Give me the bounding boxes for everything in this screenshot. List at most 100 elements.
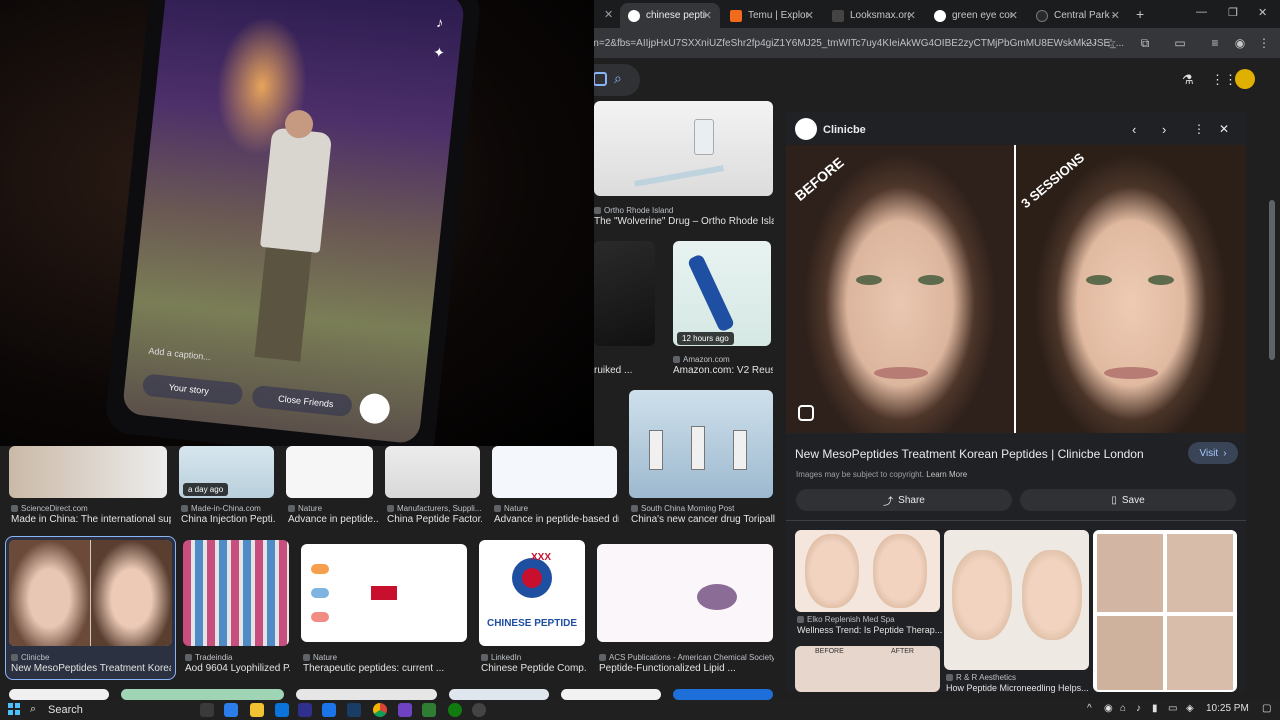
related-thumb-grid[interactable] (1093, 530, 1237, 692)
result-thumb-acs[interactable] (597, 544, 773, 642)
tab-green-eye[interactable]: green eye cont ✕ (926, 3, 1026, 28)
steam-icon[interactable] (347, 703, 361, 717)
side-panel-icon[interactable]: ▭ (1172, 35, 1188, 51)
result-caption[interactable]: Advance in peptide-based dr... (494, 514, 619, 525)
result-thumb[interactable] (9, 689, 109, 700)
file-explorer-icon[interactable] (250, 703, 264, 717)
close-panel-icon[interactable]: ✕ (1219, 122, 1229, 136)
your-story-button[interactable]: Your story (141, 373, 244, 406)
result-thumb-injection[interactable]: a day ago (179, 446, 274, 498)
previous-icon[interactable]: ‹ (1132, 122, 1136, 137)
xbox-icon[interactable] (448, 703, 462, 717)
related-thumb-rr[interactable] (944, 530, 1089, 670)
result-thumb-syringe[interactable] (594, 241, 655, 346)
app-icon[interactable] (398, 703, 412, 717)
result-caption[interactable]: Made in China: The international sup... (11, 514, 171, 525)
new-tab-icon[interactable]: + (1136, 6, 1144, 22)
network-icon[interactable]: ⌂ (1120, 703, 1126, 714)
lens-search-icon[interactable] (798, 405, 814, 421)
result-thumb-factory[interactable] (385, 446, 480, 498)
result-caption[interactable]: Chinese Peptide Comp... (481, 663, 586, 674)
tab-central-park[interactable]: Central Park – ✕ (1028, 3, 1128, 28)
tab-temu[interactable]: Temu | Explore ✕ (722, 3, 822, 28)
related-thumb-elko[interactable] (795, 530, 940, 612)
minimize-icon[interactable]: — (1196, 6, 1207, 18)
result-caption[interactable]: Advance in peptide... (288, 514, 378, 525)
chrome-icon[interactable] (373, 703, 387, 717)
learn-more-link[interactable]: Learn More (926, 470, 967, 479)
avatar[interactable] (1235, 69, 1255, 89)
tray-app-icon[interactable]: ◉ (1104, 703, 1113, 714)
result-caption[interactable]: Peptide-Functionalized Lipid ... (599, 663, 774, 674)
copilot-icon[interactable] (224, 703, 238, 717)
tray-app-icon[interactable]: ◈ (1186, 703, 1194, 714)
restore-icon[interactable]: ❐ (1228, 6, 1238, 19)
close-tab-icon[interactable]: ✕ (1009, 9, 1018, 22)
next-icon[interactable]: › (1162, 122, 1166, 137)
close-tab-icon[interactable]: ✕ (604, 8, 613, 21)
visit-button[interactable]: Visit › (1188, 442, 1238, 464)
related-caption[interactable]: How Peptide Microneedling Helps... (946, 683, 1091, 693)
related-caption[interactable]: Wellness Trend: Is Peptide Therap... (797, 625, 942, 635)
result-thumb-nature-1[interactable] (286, 446, 373, 498)
lens-icon[interactable] (593, 72, 607, 86)
result-thumb-clinicbe[interactable] (9, 540, 172, 646)
close-tab-icon[interactable]: ✕ (1111, 9, 1120, 22)
result-caption[interactable]: China Peptide Factor... (387, 514, 482, 525)
result-caption[interactable]: ruiked ... (594, 365, 656, 376)
preview-image[interactable]: BEFORE 3 SESSIONS (786, 145, 1246, 433)
result-thumb[interactable] (561, 689, 661, 700)
more-options-icon[interactable]: ⋮ (1193, 122, 1205, 136)
tray-chevron-icon[interactable]: ^ (1087, 703, 1092, 714)
battery-icon[interactable]: ▭ (1168, 703, 1177, 714)
taskbar-search-label[interactable]: Search (48, 704, 83, 716)
app-icon[interactable] (472, 703, 486, 717)
edge-icon[interactable] (322, 703, 336, 717)
app-icon[interactable] (298, 703, 312, 717)
notification-icon[interactable]: ▢ (1262, 703, 1271, 714)
panel-title[interactable]: New MesoPeptides Treatment Korean Peptid… (795, 447, 1175, 461)
result-thumb[interactable] (296, 689, 437, 700)
close-tab-icon[interactable]: ✕ (805, 9, 814, 22)
bookmark-star-icon[interactable]: ☆ (1103, 35, 1119, 51)
panel-site-name[interactable]: Clinicbe (823, 124, 866, 136)
result-thumb-tradeindia[interactable] (183, 540, 289, 646)
result-thumb-scmp[interactable] (629, 390, 773, 498)
address-bar[interactable]: dm=2&fbs=AIIjpHxU7SXXniUZfeShr2fp4giZ1Y6… (585, 32, 1125, 54)
share-page-icon[interactable]: ⋯ (1083, 35, 1099, 51)
result-thumb-nature-3[interactable] (301, 544, 467, 642)
save-button[interactable]: ▯ Save (1020, 489, 1236, 511)
related-thumb-before-after[interactable]: BEFORE AFTER (795, 646, 940, 692)
profile-icon[interactable]: ◉ (1232, 35, 1248, 51)
reading-list-icon[interactable]: ≡ (1207, 35, 1223, 51)
taskbar-search-icon[interactable]: ⌕ (30, 703, 36, 716)
scrollbar-thumb[interactable] (1269, 200, 1275, 360)
share-button[interactable]: ⤴ Share (796, 489, 1012, 511)
volume-icon[interactable]: ♪ (1136, 703, 1141, 714)
result-thumb-sciencedirect[interactable] (9, 446, 167, 498)
chrome-menu-icon[interactable]: ⋮ (1256, 35, 1272, 51)
result-thumb-wolverine[interactable] (594, 101, 773, 196)
outlook-icon[interactable] (275, 703, 289, 717)
apps-grid-icon[interactable]: ⋮⋮ (1211, 72, 1237, 88)
close-friends-button[interactable]: Close Friends (251, 384, 353, 418)
result-caption[interactable]: China Injection Pepti... (181, 514, 276, 525)
result-thumb[interactable] (673, 689, 773, 700)
close-tab-icon[interactable]: ✕ (907, 9, 916, 22)
result-caption[interactable]: Therapeutic peptides: current ... (303, 663, 468, 674)
result-caption[interactable]: China's new cancer drug Toripall... (631, 514, 775, 525)
extensions-icon[interactable]: ⧉ (1137, 35, 1153, 51)
result-caption[interactable]: New MesoPeptides Treatment Korean ... (11, 663, 171, 674)
windows-start-icon[interactable] (8, 703, 20, 715)
result-caption[interactable]: Amazon.com: V2 Reus... (673, 365, 773, 376)
tab-chinese-peptides[interactable]: chinese peptid ✕ (620, 3, 720, 28)
task-view-icon[interactable] (200, 703, 214, 717)
result-thumb-nature-2[interactable] (492, 446, 617, 498)
tab-looksmax[interactable]: Looksmax.org ✕ (824, 3, 924, 28)
search-icon[interactable]: ⌕ (614, 70, 622, 87)
result-thumb[interactable] (121, 689, 284, 700)
app-icon[interactable] (422, 703, 436, 717)
result-caption[interactable]: The "Wolverine" Drug – Ortho Rhode Islan… (594, 216, 774, 227)
mic-icon[interactable]: ▮ (1152, 703, 1158, 714)
send-arrow-icon[interactable] (358, 392, 392, 426)
